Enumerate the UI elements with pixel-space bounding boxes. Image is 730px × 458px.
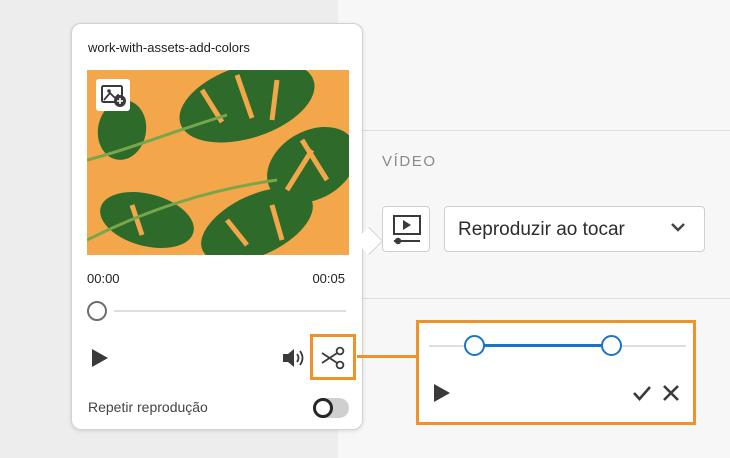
trim-selected-range xyxy=(475,344,611,347)
video-section-title: VÍDEO xyxy=(382,153,437,170)
play-button[interactable] xyxy=(90,348,110,373)
callout-connector xyxy=(357,355,418,358)
repeat-playback-label: Repetir reprodução xyxy=(88,399,208,415)
confirm-trim-button[interactable] xyxy=(632,384,652,407)
image-add-icon xyxy=(101,85,126,107)
video-properties-button[interactable] xyxy=(382,206,430,252)
scissors-icon xyxy=(321,346,345,370)
volume-icon xyxy=(283,349,304,367)
video-player-icon xyxy=(393,215,421,245)
scrubber-handle[interactable] xyxy=(87,301,107,321)
trim-video-button[interactable] xyxy=(310,334,356,380)
section-divider xyxy=(338,130,730,131)
toggle-knob xyxy=(313,398,333,418)
play-icon xyxy=(92,349,108,367)
close-icon xyxy=(663,385,679,401)
playback-mode-dropdown[interactable]: Reproduzir ao tocar xyxy=(444,206,705,252)
trim-preview-play-button[interactable] xyxy=(432,383,452,408)
section-divider xyxy=(338,298,730,299)
video-file-name: work-with-assets-add-colors xyxy=(88,40,250,55)
repeat-playback-toggle[interactable] xyxy=(313,398,349,418)
current-time: 00:00 xyxy=(87,271,120,286)
chevron-down-icon xyxy=(671,223,685,232)
playback-mode-value: Reproduzir ao tocar xyxy=(458,219,625,240)
trim-end-handle[interactable] xyxy=(601,335,622,356)
playback-scrubber[interactable] xyxy=(114,310,346,312)
volume-button[interactable] xyxy=(281,347,307,374)
trim-start-handle[interactable] xyxy=(464,335,485,356)
replace-image-button[interactable] xyxy=(96,79,130,111)
duration-time: 00:05 xyxy=(312,271,345,286)
video-popover: work-with-assets-add-colors 00:00 00:05 … xyxy=(71,23,384,430)
trim-controls-callout xyxy=(416,320,696,425)
play-icon xyxy=(434,384,450,402)
checkmark-icon xyxy=(633,386,651,401)
video-thumbnail xyxy=(87,70,349,255)
cancel-trim-button[interactable] xyxy=(662,384,680,407)
